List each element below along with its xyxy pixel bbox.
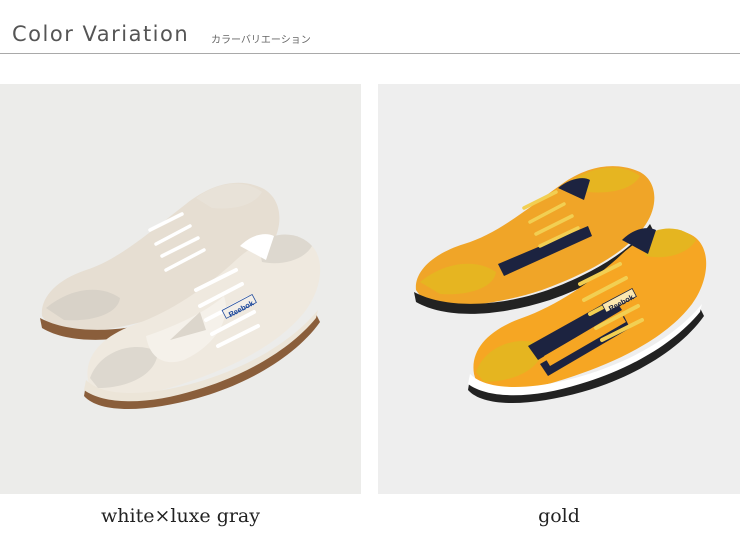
sneaker-pair-white-image: Reebok	[0, 84, 361, 494]
sneaker-pair-gold-image: Reebok	[378, 84, 740, 494]
section-header: Color Variation カラーバリエーション	[0, 0, 740, 56]
product-caption-gold: gold	[538, 505, 580, 527]
header-divider	[0, 53, 740, 54]
section-title: Color Variation	[12, 22, 190, 46]
product-caption-white: white×luxe gray	[101, 505, 260, 527]
section-subtitle: カラーバリエーション	[211, 35, 311, 46]
product-photo-gold[interactable]: Reebok	[378, 84, 740, 494]
product-photo-white[interactable]: Reebok	[0, 84, 361, 494]
